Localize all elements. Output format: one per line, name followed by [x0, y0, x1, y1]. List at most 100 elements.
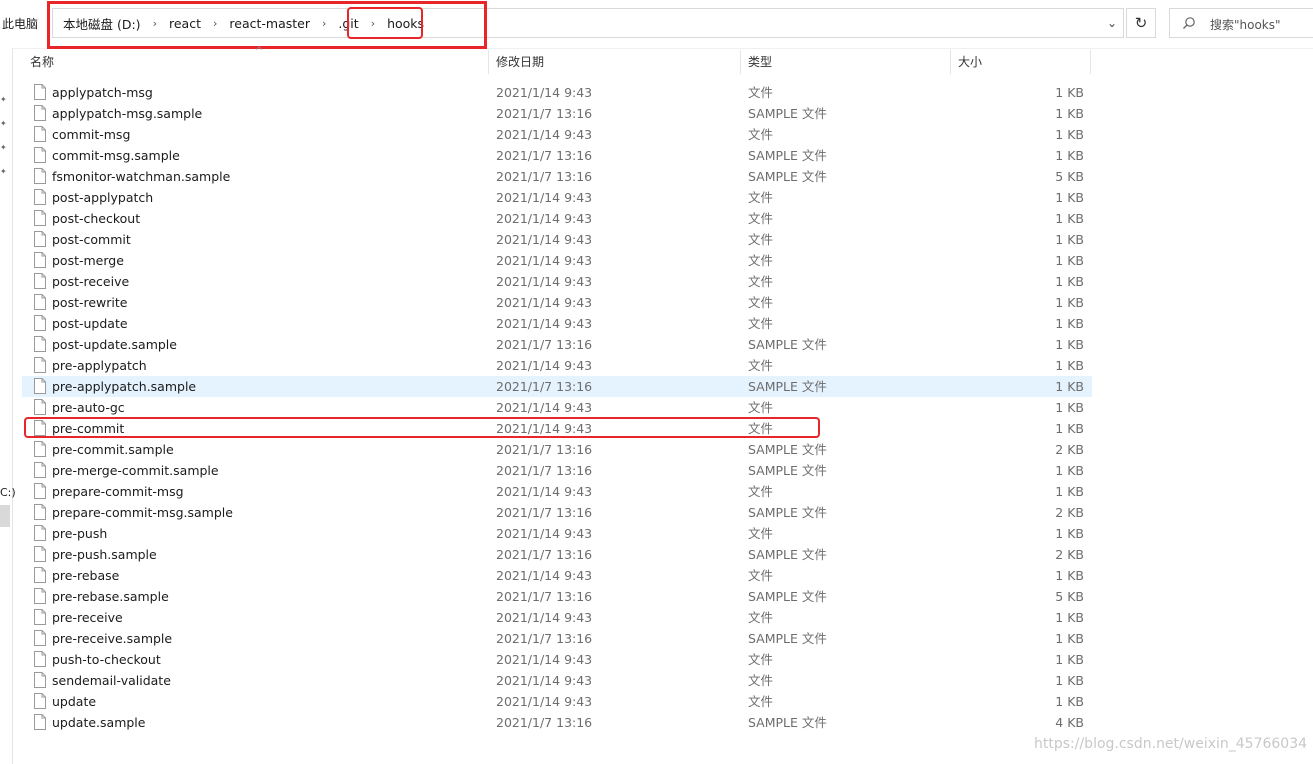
file-row[interactable]: post-merge 2021/1/14 9:43 文件 1 KB — [22, 250, 1092, 271]
file-row[interactable]: pre-push 2021/1/14 9:43 文件 1 KB — [22, 523, 1092, 544]
file-date-modified: 2021/1/14 9:43 — [496, 694, 593, 709]
file-row[interactable]: applypatch-msg 2021/1/14 9:43 文件 1 KB — [22, 82, 1092, 103]
file-name[interactable]: pre-receive.sample — [52, 628, 172, 649]
file-name[interactable]: commit-msg — [52, 124, 130, 145]
breadcrumb-react-master[interactable]: react-master — [229, 16, 310, 31]
file-row[interactable]: pre-commit.sample 2021/1/7 13:16 SAMPLE 文件… — [22, 439, 1092, 460]
file-name[interactable]: post-commit — [52, 229, 131, 250]
pin-icon[interactable]: ✦ — [0, 96, 8, 104]
file-name[interactable]: pre-commit.sample — [52, 439, 174, 460]
file-icon — [34, 546, 46, 562]
file-row[interactable]: pre-auto-gc 2021/1/14 9:43 文件 1 KB — [22, 397, 1092, 418]
file-icon — [34, 525, 46, 541]
file-name[interactable]: prepare-commit-msg — [52, 481, 184, 502]
file-row[interactable]: pre-commit 2021/1/14 9:43 文件 1 KB — [22, 418, 1092, 439]
file-row[interactable]: pre-rebase.sample 2021/1/7 13:16 SAMPLE 文件… — [22, 586, 1092, 607]
file-date-modified: 2021/1/7 13:16 — [496, 106, 593, 121]
search-input[interactable]: 搜索"hooks" — [1169, 8, 1313, 38]
file-name[interactable]: pre-applypatch.sample — [52, 376, 196, 397]
file-row[interactable]: prepare-commit-msg 2021/1/14 9:43 文件 1 KB — [22, 481, 1092, 502]
file-name[interactable]: post-update — [52, 313, 128, 334]
file-name[interactable]: pre-rebase.sample — [52, 586, 169, 607]
file-row[interactable]: prepare-commit-msg.sample 2021/1/7 13:16 S… — [22, 502, 1092, 523]
refresh-button[interactable]: ↻ — [1126, 8, 1156, 38]
column-date-modified[interactable]: 修改日期 — [488, 50, 740, 74]
file-row[interactable]: sendemail-validate 2021/1/14 9:43 文件 1 KB — [22, 670, 1092, 691]
pin-icon[interactable]: ✦ — [0, 144, 8, 152]
file-row[interactable]: pre-applypatch 2021/1/14 9:43 文件 1 KB — [22, 355, 1092, 376]
file-name[interactable]: pre-push — [52, 523, 107, 544]
file-row[interactable]: pre-push.sample 2021/1/7 13:16 SAMPLE 文件 2 … — [22, 544, 1092, 565]
navigation-pane[interactable]: ✦ ✦ ✦ ✦ C:) — [0, 48, 16, 764]
breadcrumb-separator-icon[interactable]: › — [153, 17, 157, 30]
file-date-modified: 2021/1/14 9:43 — [496, 358, 593, 373]
breadcrumb-react[interactable]: react — [169, 16, 201, 31]
file-row[interactable]: update.sample 2021/1/7 13:16 SAMPLE 文件 4 KB — [22, 712, 1092, 733]
file-name[interactable]: push-to-checkout — [52, 649, 161, 670]
file-name[interactable]: post-receive — [52, 271, 129, 292]
file-name[interactable]: pre-auto-gc — [52, 397, 125, 418]
file-type: 文件 — [748, 232, 774, 247]
file-type: 文件 — [748, 274, 774, 289]
pin-icon[interactable]: ✦ — [0, 168, 8, 176]
file-row[interactable]: post-update.sample 2021/1/7 13:16 SAMPLE 文… — [22, 334, 1092, 355]
file-row[interactable]: pre-applypatch.sample 2021/1/7 13:16 SAMPL… — [22, 376, 1092, 397]
column-size[interactable]: 大小 — [950, 50, 1090, 74]
file-name[interactable]: pre-receive — [52, 607, 123, 628]
nav-drive-c-label[interactable]: C:) — [0, 486, 16, 499]
file-name[interactable]: update — [52, 691, 96, 712]
file-row[interactable]: post-rewrite 2021/1/14 9:43 文件 1 KB — [22, 292, 1092, 313]
file-name[interactable]: post-merge — [52, 250, 124, 271]
file-row[interactable]: applypatch-msg.sample 2021/1/7 13:16 SAMPL… — [22, 103, 1092, 124]
file-name[interactable]: post-applypatch — [52, 187, 153, 208]
file-name[interactable]: fsmonitor-watchman.sample — [52, 166, 230, 187]
file-size: 1 KB — [1055, 673, 1084, 688]
file-size: 1 KB — [1055, 631, 1084, 646]
file-size: 1 KB — [1055, 610, 1084, 625]
file-row[interactable]: post-checkout 2021/1/14 9:43 文件 1 KB — [22, 208, 1092, 229]
file-name[interactable]: post-update.sample — [52, 334, 177, 355]
file-date-modified: 2021/1/14 9:43 — [496, 253, 593, 268]
column-type[interactable]: 类型 — [740, 50, 950, 74]
file-name[interactable]: applypatch-msg.sample — [52, 103, 202, 124]
breadcrumb-separator-icon[interactable]: › — [213, 17, 217, 30]
file-row[interactable]: commit-msg 2021/1/14 9:43 文件 1 KB — [22, 124, 1092, 145]
breadcrumb-git[interactable]: .git — [338, 16, 358, 31]
file-name[interactable]: update.sample — [52, 712, 145, 733]
file-row[interactable]: pre-rebase 2021/1/14 9:43 文件 1 KB — [22, 565, 1092, 586]
file-row[interactable]: commit-msg.sample 2021/1/7 13:16 SAMPLE 文件… — [22, 145, 1092, 166]
file-row[interactable]: update 2021/1/14 9:43 文件 1 KB — [22, 691, 1092, 712]
file-name[interactable]: pre-merge-commit.sample — [52, 460, 219, 481]
chevron-down-icon[interactable]: ⌄ — [1107, 16, 1117, 30]
breadcrumb-drive-d[interactable]: 本地磁盘 (D:) — [63, 14, 141, 33]
file-name[interactable]: pre-commit — [52, 418, 124, 439]
file-row[interactable]: post-applypatch 2021/1/14 9:43 文件 1 KB — [22, 187, 1092, 208]
nav-selected-item[interactable] — [0, 505, 10, 527]
file-row[interactable]: fsmonitor-watchman.sample 2021/1/7 13:16 S… — [22, 166, 1092, 187]
file-row[interactable]: pre-receive 2021/1/14 9:43 文件 1 KB — [22, 607, 1092, 628]
this-pc-label[interactable]: 此电脑 — [2, 15, 38, 32]
file-row[interactable]: post-commit 2021/1/14 9:43 文件 1 KB — [22, 229, 1092, 250]
file-row[interactable]: post-update 2021/1/14 9:43 文件 1 KB — [22, 313, 1092, 334]
breadcrumb-hooks[interactable]: hooks — [387, 16, 424, 31]
breadcrumb-separator-icon[interactable]: › — [322, 17, 326, 30]
file-name[interactable]: commit-msg.sample — [52, 145, 180, 166]
file-row[interactable]: post-receive 2021/1/14 9:43 文件 1 KB — [22, 271, 1092, 292]
file-row[interactable]: pre-receive.sample 2021/1/7 13:16 SAMPLE 文… — [22, 628, 1092, 649]
column-divider[interactable] — [1090, 50, 1091, 74]
breadcrumb-separator-icon[interactable]: › — [371, 17, 375, 30]
column-name[interactable]: 名称 — [22, 50, 488, 74]
address-bar[interactable]: 本地磁盘 (D:) › react › react-master › .git … — [52, 8, 1124, 38]
file-name[interactable]: pre-push.sample — [52, 544, 157, 565]
file-row[interactable]: pre-merge-commit.sample 2021/1/7 13:16 SAM… — [22, 460, 1092, 481]
file-icon — [34, 567, 46, 583]
file-name[interactable]: post-rewrite — [52, 292, 128, 313]
file-name[interactable]: post-checkout — [52, 208, 140, 229]
file-name[interactable]: pre-rebase — [52, 565, 119, 586]
file-name[interactable]: pre-applypatch — [52, 355, 147, 376]
file-name[interactable]: sendemail-validate — [52, 670, 171, 691]
pin-icon[interactable]: ✦ — [0, 120, 8, 128]
file-name[interactable]: applypatch-msg — [52, 82, 153, 103]
file-row[interactable]: push-to-checkout 2021/1/14 9:43 文件 1 KB — [22, 649, 1092, 670]
file-name[interactable]: prepare-commit-msg.sample — [52, 502, 233, 523]
